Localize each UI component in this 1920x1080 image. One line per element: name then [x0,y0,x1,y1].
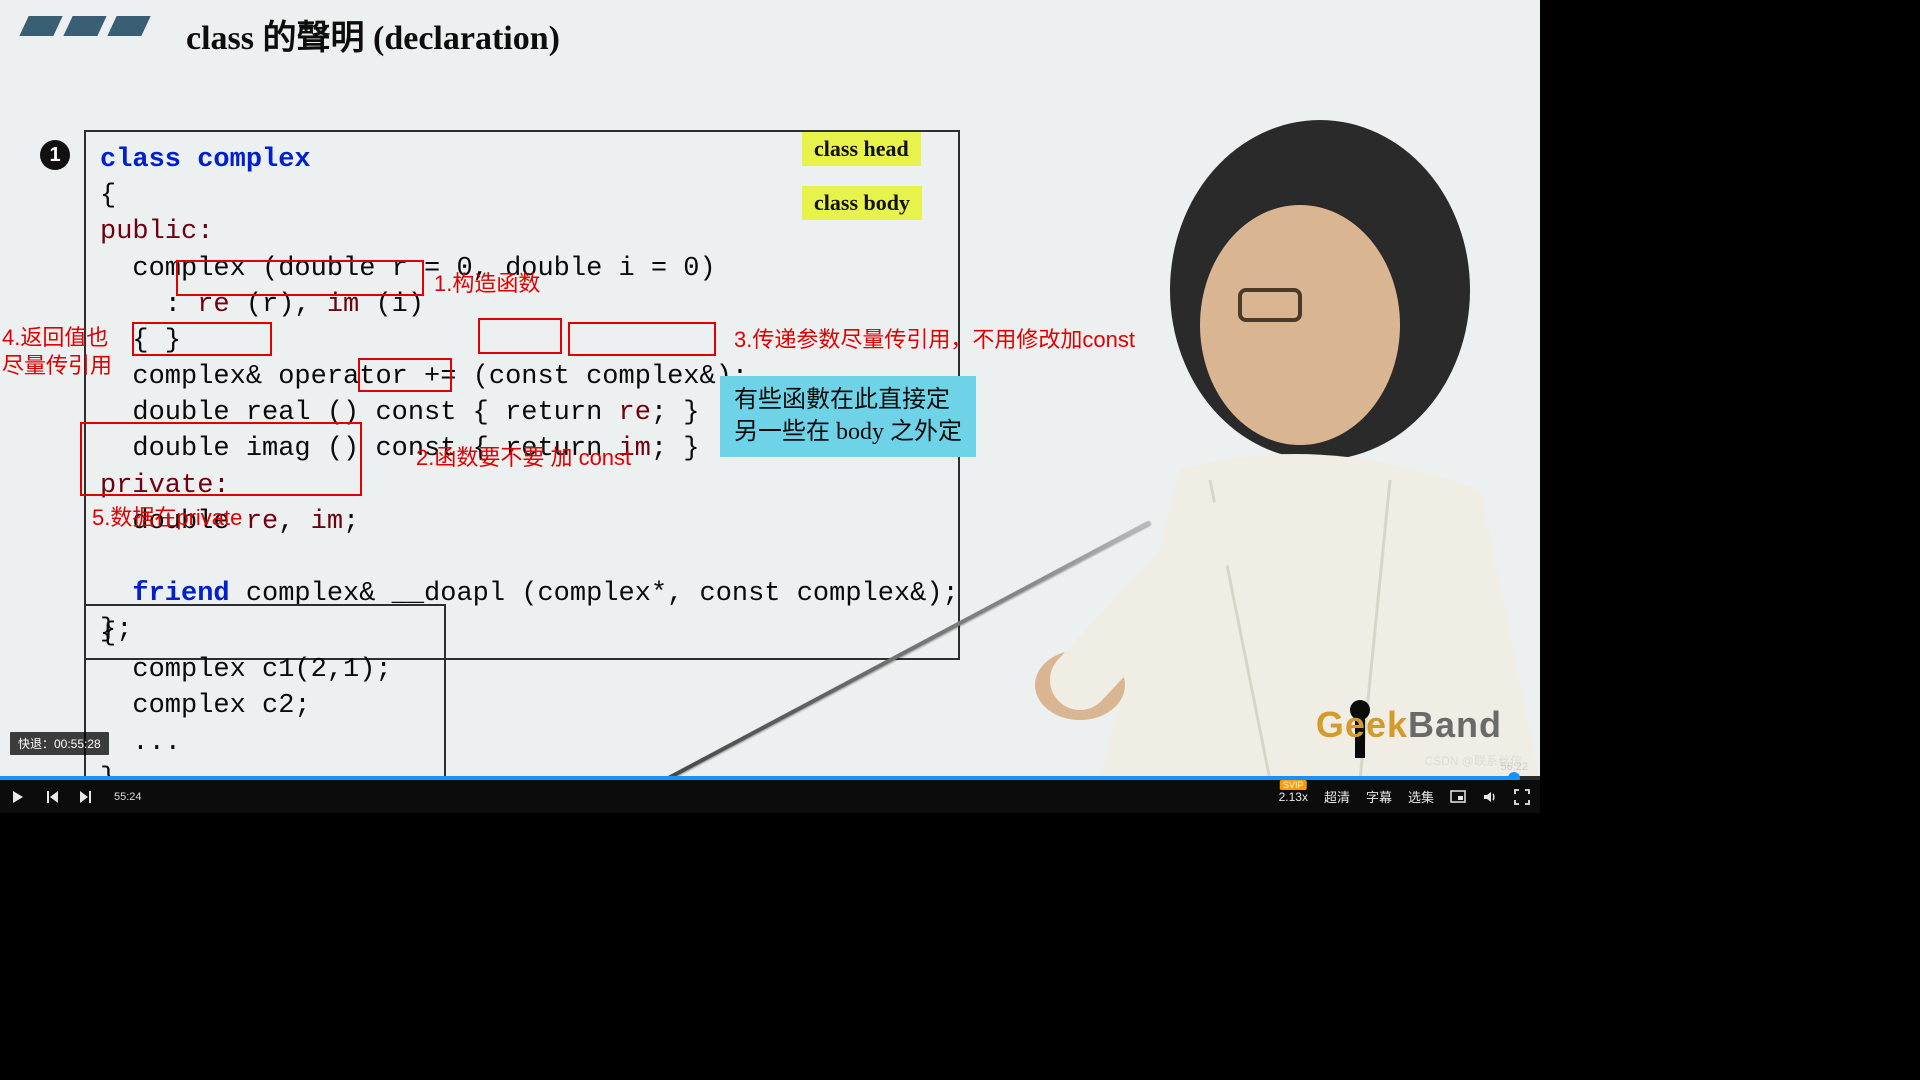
anno-4-line2: 尽量传引用 [2,348,112,380]
slide-number-badge: 1 [40,140,70,170]
anno-1: 1.构造函数 [434,266,540,298]
highlight-param-ref [568,322,716,356]
playlist-button[interactable]: 选集 [1408,787,1434,806]
slide-area: class 的聲明 (declaration) 1 class head cla… [0,0,1540,780]
watermark-geekband: GeekBand [1316,704,1502,746]
volume-button[interactable] [1482,789,1498,805]
play-icon [10,789,26,805]
volume-icon [1482,789,1498,805]
slide-title: class 的聲明 (declaration) [186,10,560,59]
speed-badge: SVIP [1280,780,1307,790]
pip-icon [1450,789,1466,805]
code-block-usage: { complex c1(2,1); complex c2; ... } [84,604,446,780]
subtitle-button[interactable]: 字幕 [1366,787,1392,806]
highlight-const-arg [478,318,562,354]
pip-button[interactable] [1450,789,1466,805]
next-icon [78,789,94,805]
note-box: 有些函數在此直接定 另一些在 body 之外定 [720,376,976,457]
highlight-private [80,422,362,496]
next-button[interactable] [78,789,94,805]
highlight-return-ref [132,322,272,356]
accent-bars [24,16,146,36]
seek-preview-tooltip: 快退：00:55:28 [10,732,109,755]
prev-icon [44,789,60,805]
quality-button[interactable]: 超清 [1324,787,1350,806]
fullscreen-button[interactable] [1514,789,1530,805]
highlight-const-fn [358,358,452,392]
anno-2: 2.函数要不要 加 const [416,440,631,472]
play-button[interactable] [10,789,26,805]
current-time-label: 55:24 [114,791,142,803]
highlight-initlist [176,260,424,296]
anno-5: 5.数据在private [92,500,242,532]
prev-button[interactable] [44,789,60,805]
playback-speed[interactable]: SVIP 2.13x [1279,790,1308,804]
player-controls: 55:24 SVIP 2.13x 超清 字幕 选集 [0,780,1540,813]
fullscreen-icon [1514,789,1530,805]
presenter-figure [960,90,1540,780]
